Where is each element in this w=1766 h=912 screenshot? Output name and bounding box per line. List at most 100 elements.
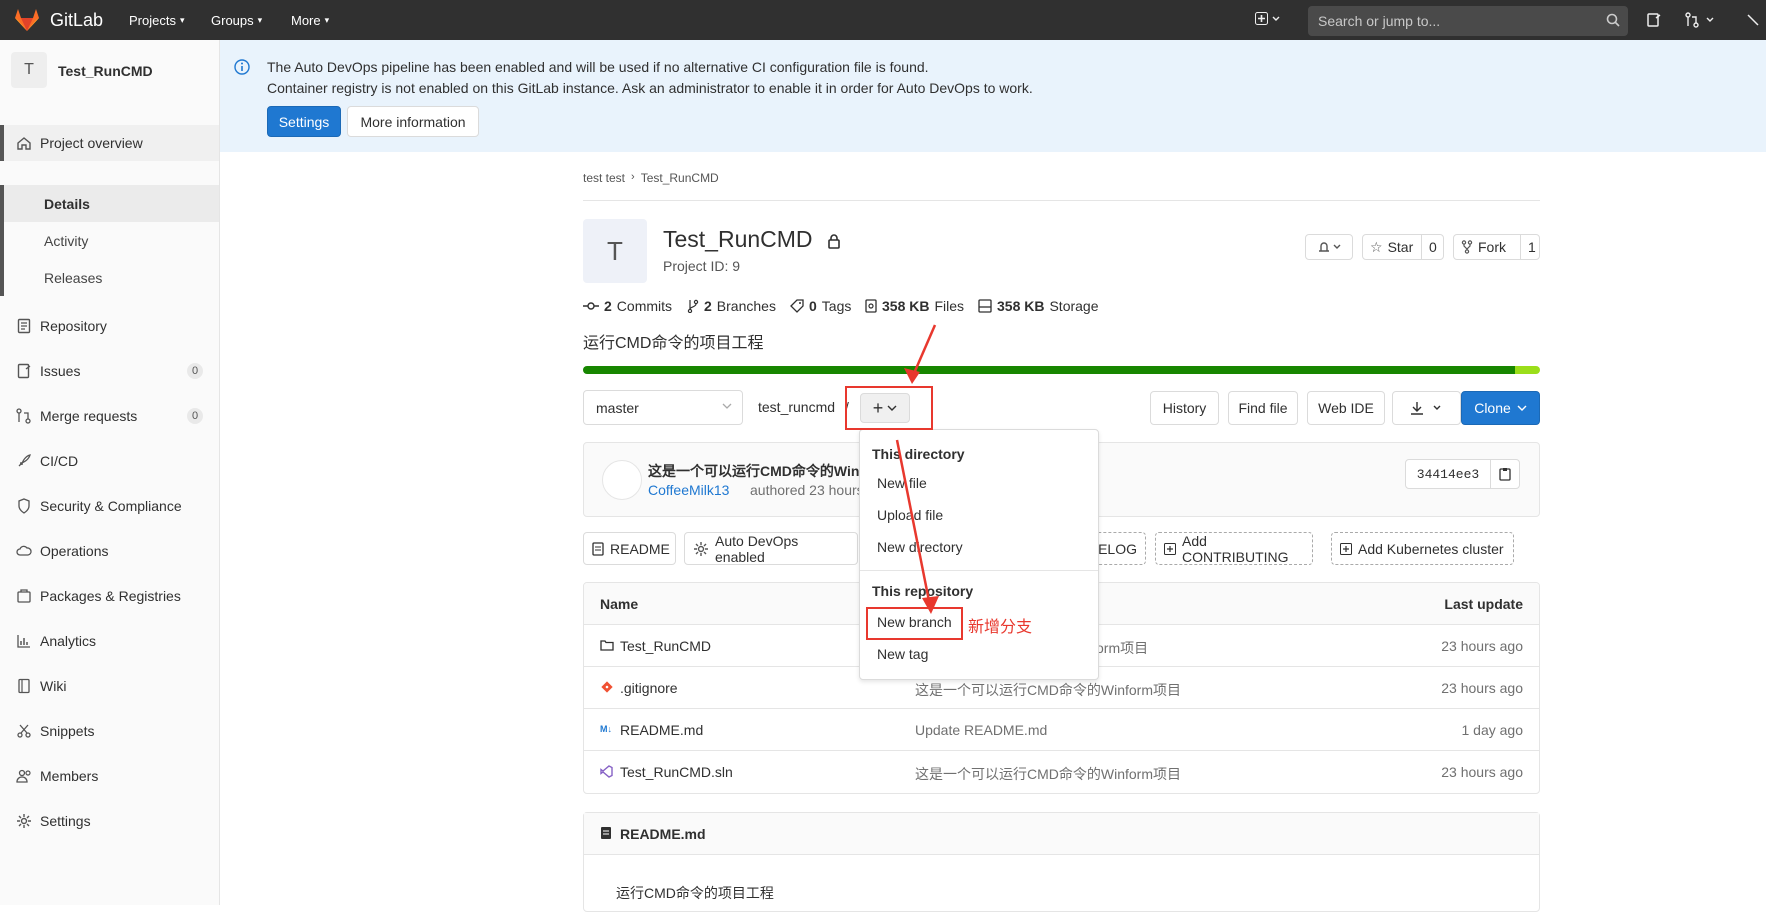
add-kubernetes-button[interactable]: Add Kubernetes cluster	[1331, 532, 1514, 565]
commit-title[interactable]: 这是一个可以运行CMD命令的Win	[648, 461, 859, 481]
sidebar-project-name[interactable]: Test_RunCMD	[58, 63, 153, 79]
file-name[interactable]: .gitignore	[620, 680, 678, 696]
sidebar-item-security[interactable]: Security & Compliance	[0, 488, 219, 524]
column-name: Name	[600, 596, 639, 612]
menu-item-new-directory[interactable]: New directory	[877, 539, 963, 555]
new-dropdown-icon[interactable]	[1255, 12, 1283, 26]
sidebar-item-wiki[interactable]: Wiki	[0, 668, 219, 704]
commits-stat[interactable]: 2 Commits	[583, 298, 672, 314]
lock-icon	[827, 233, 841, 249]
readme-button[interactable]: README	[583, 532, 676, 565]
language-bar[interactable]	[583, 366, 1540, 374]
sidebar-item-operations[interactable]: Operations	[0, 533, 219, 569]
dropdown-divider	[860, 570, 1098, 571]
sidebar-subitem-activity[interactable]: Activity	[0, 222, 219, 259]
star-button[interactable]: ☆ Star 0	[1362, 234, 1444, 260]
fork-button[interactable]: Fork 1	[1453, 234, 1540, 260]
help-icon[interactable]	[1745, 12, 1761, 28]
sidebar-subitem-details[interactable]: Details	[0, 185, 219, 222]
merge-requests-nav-icon[interactable]	[1685, 12, 1717, 28]
nav-groups[interactable]: Groups ▾	[211, 13, 262, 28]
download-icon	[1410, 401, 1444, 415]
sidebar-item-analytics[interactable]: Analytics	[0, 623, 219, 659]
dropdown-section-repository: This repository	[872, 583, 974, 599]
book-icon	[16, 678, 32, 694]
breadcrumb-project[interactable]: Test_RunCMD	[641, 171, 719, 185]
file-name[interactable]: Test_RunCMD.sln	[620, 764, 733, 780]
find-file-button[interactable]: Find file	[1228, 391, 1298, 425]
files-stat[interactable]: 358 KB Files	[865, 298, 964, 314]
language-segment-primary[interactable]	[583, 366, 1515, 374]
file-commit-message[interactable]: Update README.md	[915, 722, 1047, 738]
add-to-tree-dropdown: This directory New file Upload file New …	[859, 429, 1099, 680]
table-row[interactable]: Test_RunCMD.sln 这是一个可以运行CMD命令的Winform项目 …	[584, 751, 1539, 793]
settings-button[interactable]: Settings	[267, 106, 341, 137]
clone-button[interactable]: Clone	[1461, 391, 1540, 425]
branches-stat[interactable]: 2 Branches	[687, 298, 776, 314]
commit-author[interactable]: CoffeeMilk13	[648, 482, 729, 498]
project-id: Project ID: 9	[663, 258, 741, 274]
fork-count[interactable]: 1	[1528, 239, 1536, 255]
readme-title[interactable]: README.md	[620, 826, 706, 842]
notification-button[interactable]	[1305, 234, 1353, 260]
search-icon	[1606, 13, 1620, 27]
doc-icon	[600, 826, 612, 840]
sidebar-item-project-overview[interactable]: Project overview	[0, 125, 219, 161]
storage-stat[interactable]: 358 KB Storage	[978, 298, 1099, 314]
chevron-down-icon	[722, 402, 732, 410]
chevron-down-icon: ▾	[324, 15, 330, 25]
file-commit-message[interactable]: 这是一个可以运行CMD命令的Winform项目	[915, 680, 1181, 700]
package-icon	[16, 588, 32, 604]
file-name[interactable]: Test_RunCMD	[620, 638, 711, 654]
menu-item-new-tag[interactable]: New tag	[877, 646, 928, 662]
breadcrumb-group[interactable]: test test	[583, 171, 625, 185]
auto-devops-button[interactable]: Auto DevOps enabled	[684, 532, 858, 565]
file-commit-message[interactable]: 这是一个可以运行CMD命令的Winform项目	[915, 764, 1181, 784]
copy-sha-button[interactable]	[1490, 459, 1520, 489]
history-button[interactable]: History	[1150, 391, 1219, 425]
sidebar-item-settings[interactable]: Settings	[0, 803, 219, 839]
visualstudio-icon	[600, 765, 613, 778]
table-row[interactable]: M↓ README.md Update README.md 1 day ago	[584, 709, 1539, 751]
avatar[interactable]	[602, 460, 642, 500]
scissors-icon	[16, 723, 32, 739]
add-contributing-button[interactable]: Add CONTRIBUTING	[1155, 532, 1313, 565]
tags-stat[interactable]: 0 Tags	[790, 298, 851, 314]
language-segment-secondary[interactable]	[1515, 366, 1540, 374]
shield-icon	[16, 498, 32, 514]
issues-nav-icon[interactable]	[1646, 12, 1662, 28]
file-last-update: 23 hours ago	[1441, 764, 1523, 780]
nav-more[interactable]: More ▾	[291, 13, 329, 28]
sidebar-item-merge-requests[interactable]: Merge requests 0	[0, 398, 219, 434]
brand-name[interactable]: GitLab	[50, 10, 103, 31]
project-avatar[interactable]: T	[11, 52, 47, 88]
web-ide-button[interactable]: Web IDE	[1307, 391, 1385, 425]
file-search-icon	[865, 299, 877, 313]
download-button[interactable]	[1392, 391, 1461, 425]
sidebar-item-repository[interactable]: Repository	[0, 308, 219, 344]
sidebar-item-snippets[interactable]: Snippets	[0, 713, 219, 749]
star-count[interactable]: 0	[1429, 239, 1437, 255]
sidebar-item-packages[interactable]: Packages & Registries	[0, 578, 219, 614]
sidebar-item-cicd[interactable]: CI/CD	[0, 443, 219, 479]
commit-sha[interactable]: 34414ee3	[1405, 459, 1491, 489]
sidebar-subitem-releases[interactable]: Releases	[0, 259, 219, 296]
branch-select[interactable]: master	[583, 390, 743, 425]
file-name[interactable]: README.md	[620, 722, 703, 738]
search-input[interactable]	[1308, 6, 1588, 36]
file-last-update: 23 hours ago	[1441, 638, 1523, 654]
menu-item-upload-file[interactable]: Upload file	[877, 507, 943, 523]
sidebar-item-issues[interactable]: Issues 0	[0, 353, 219, 389]
bell-icon	[1316, 240, 1342, 254]
nav-projects[interactable]: Projects ▾	[129, 13, 185, 28]
search-bar[interactable]	[1308, 6, 1628, 36]
dropdown-section-directory: This directory	[872, 446, 965, 462]
sidebar-item-members[interactable]: Members	[0, 758, 219, 794]
chevron-right-icon: ›	[631, 171, 635, 183]
gear-icon	[16, 813, 32, 829]
column-last-update: Last update	[1444, 596, 1523, 612]
gitlab-logo-icon[interactable]	[14, 8, 40, 32]
more-information-button[interactable]: More information	[347, 106, 479, 137]
menu-item-new-file[interactable]: New file	[877, 475, 927, 491]
doc-icon	[16, 318, 32, 334]
